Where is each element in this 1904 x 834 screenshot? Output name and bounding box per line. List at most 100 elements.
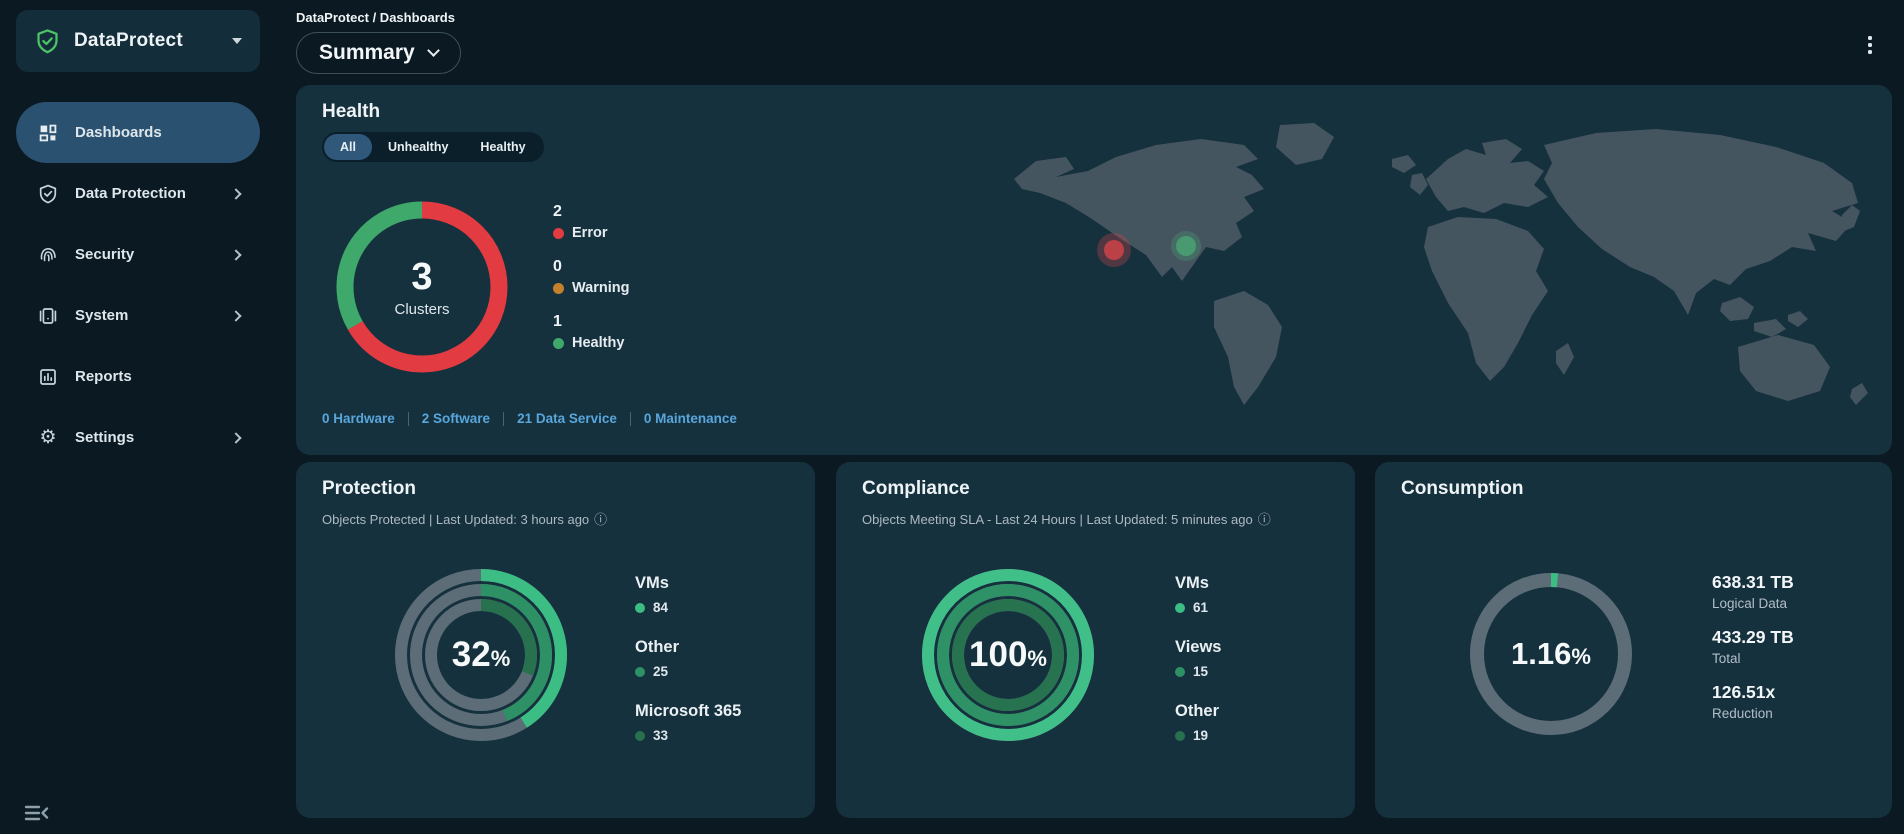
filter-unhealthy[interactable]: Unhealthy: [372, 134, 464, 160]
sidebar-nav: Dashboards Data Protection Security Syst…: [16, 102, 260, 468]
data-service-link[interactable]: 21 Data Service: [517, 411, 617, 426]
vms-label: VMs: [1175, 574, 1209, 592]
software-link[interactable]: 2 Software: [422, 411, 490, 426]
chevron-down-icon: [426, 44, 440, 57]
healthy-dot-icon: [553, 337, 564, 349]
stat-total: 433.29 TB Total: [1712, 627, 1794, 666]
info-icon[interactable]: ⓘ: [1258, 512, 1271, 527]
app-switcher[interactable]: DataProtect: [16, 10, 260, 72]
percent-sign: %: [1571, 644, 1591, 669]
views-count: 15: [1193, 664, 1209, 679]
vms-count: 84: [653, 600, 669, 615]
sidebar-item-label: Data Protection: [75, 185, 186, 202]
compliance-donut: 100%: [919, 566, 1097, 744]
legend-entry-vms: VMs 84: [635, 574, 741, 615]
microsoft-365-dot-icon: [635, 730, 645, 741]
marker-core: [1176, 236, 1196, 256]
consumption-percent: 1.16: [1511, 636, 1572, 671]
compliance-title: Compliance: [862, 478, 970, 499]
healthy-label: Healthy: [572, 335, 625, 351]
dashboards-grid-icon: [36, 123, 60, 143]
vms-dot-icon: [635, 602, 645, 613]
info-icon[interactable]: ⓘ: [594, 512, 607, 527]
other-count: 25: [653, 664, 669, 679]
sidebar-item-settings[interactable]: ⚙ Settings: [16, 407, 260, 468]
other-dot-icon: [635, 666, 645, 677]
cluster-marker-error[interactable]: [1097, 233, 1131, 267]
legend-entry-other: Other 25: [635, 638, 741, 679]
view-selector-button[interactable]: Summary: [296, 32, 461, 74]
sidebar-item-label: System: [75, 307, 129, 324]
chevron-right-icon: [230, 248, 242, 261]
world-map: [996, 119, 1876, 419]
dashboard-page: DataProtect Dashboards Data Protection S…: [0, 0, 1904, 834]
stat-reduction: 126.51x Reduction: [1712, 682, 1794, 721]
health-legend: 2 Error 0 Warning 1 Healthy: [553, 203, 629, 368]
health-filter-toggle: All Unhealthy Healthy: [322, 132, 544, 162]
kebab-dot: [1868, 43, 1872, 47]
compliance-percent: 100: [969, 635, 1028, 674]
system-icon: [36, 306, 60, 326]
health-title: Health: [322, 101, 381, 122]
protection-percent: 32: [451, 635, 491, 674]
caret-down-icon: [232, 38, 242, 44]
view-selector-label: Summary: [319, 41, 415, 64]
sidebar-item-reports[interactable]: Reports: [16, 346, 260, 407]
divider: [407, 411, 409, 426]
percent-sign: %: [490, 646, 511, 671]
compliance-card: Compliance Objects Meeting SLA - Last 24…: [836, 462, 1355, 818]
hardware-link[interactable]: 0 Hardware: [322, 411, 395, 426]
total-label: Total: [1712, 651, 1741, 666]
other-label: Other: [635, 638, 680, 656]
clusters-label: Clusters: [394, 301, 450, 318]
cluster-marker-healthy[interactable]: [1171, 231, 1201, 261]
warning-count: 0: [553, 258, 562, 275]
marker-core: [1104, 240, 1124, 260]
filter-healthy[interactable]: Healthy: [464, 134, 541, 160]
sidebar-item-security[interactable]: Security: [16, 224, 260, 285]
filter-all[interactable]: All: [324, 134, 372, 160]
legend-entry-vms: VMs 61: [1175, 574, 1221, 615]
logical-data-label: Logical Data: [1712, 596, 1788, 611]
gear-icon: ⚙: [39, 427, 57, 448]
clusters-count: 3: [411, 256, 433, 298]
chevron-right-icon: [230, 309, 242, 322]
legend-entry-microsoft-365: Microsoft 365 33: [635, 702, 741, 743]
health-card: Health All Unhealthy Healthy 3 Clusters …: [296, 85, 1892, 455]
reduction-label: Reduction: [1712, 706, 1773, 721]
protection-donut: 32%: [392, 566, 570, 744]
sidebar-item-label: Reports: [75, 368, 132, 385]
vms-label: VMs: [635, 574, 669, 592]
compliance-subtitle-text: Objects Meeting SLA - Last 24 Hours | La…: [862, 512, 1253, 527]
vms-count: 61: [1193, 600, 1209, 615]
maintenance-link[interactable]: 0 Maintenance: [644, 411, 737, 426]
collapse-sidebar-icon: [24, 804, 50, 822]
sidebar-item-dashboards[interactable]: Dashboards: [16, 102, 260, 163]
collapse-sidebar-button[interactable]: [24, 804, 50, 822]
protection-card: Protection Objects Protected | Last Upda…: [296, 462, 815, 818]
error-count: 2: [553, 203, 562, 220]
vms-dot-icon: [1175, 602, 1185, 613]
kebab-menu-button[interactable]: [1864, 32, 1876, 58]
app-name: DataProtect: [74, 30, 183, 51]
legend-entry-error: 2 Error: [553, 203, 629, 241]
donut-center: 32%: [392, 566, 570, 744]
other-dot-icon: [1175, 730, 1185, 741]
clusters-health-donut: 3 Clusters: [329, 194, 515, 380]
sidebar-item-data-protection[interactable]: Data Protection: [16, 163, 260, 224]
protection-subtitle-text: Objects Protected | Last Updated: 3 hour…: [322, 512, 590, 527]
world-map-svg: [1014, 123, 1868, 405]
protection-subtitle: Objects Protected | Last Updated: 3 hour…: [322, 509, 607, 528]
warning-label: Warning: [572, 280, 630, 296]
consumption-stats: 638.31 TB Logical Data 433.29 TB Total 1…: [1712, 572, 1794, 737]
consumption-title: Consumption: [1401, 478, 1524, 499]
legend-entry-views: Views 15: [1175, 638, 1221, 679]
health-links: 0 Hardware 2 Software 21 Data Service 0 …: [322, 411, 737, 426]
microsoft-365-label: Microsoft 365: [635, 702, 742, 720]
legend-entry-healthy: 1 Healthy: [553, 313, 629, 351]
consumption-donut: 1.16%: [1467, 570, 1635, 738]
shield-check-logo-icon: [34, 28, 61, 55]
donut-center: 1.16%: [1467, 570, 1635, 738]
views-dot-icon: [1175, 666, 1185, 677]
sidebar-item-system[interactable]: System: [16, 285, 260, 346]
